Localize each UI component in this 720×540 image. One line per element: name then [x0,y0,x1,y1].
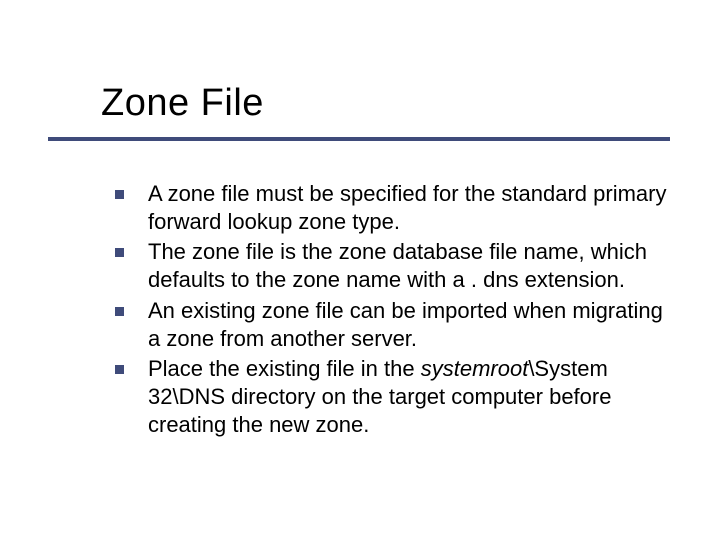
square-bullet-icon [115,248,124,257]
slide: Zone File A zone file must be specified … [0,0,720,540]
square-bullet-icon [115,365,124,374]
title-block: Zone File [48,82,680,125]
bullet-text: An existing zone file can be imported wh… [148,297,678,353]
slide-title: Zone File [48,82,264,125]
bullet-text-prefix: Place the existing file in the [148,356,421,381]
title-underline [48,137,670,141]
square-bullet-icon [115,307,124,316]
slide-body: A zone file must be specified for the st… [115,180,678,441]
list-item: An existing zone file can be imported wh… [115,297,678,353]
bullet-text-italic: systemroot [421,356,529,381]
bullet-text: Place the existing file in the systemroo… [148,355,678,439]
square-bullet-icon [115,190,124,199]
list-item: Place the existing file in the systemroo… [115,355,678,439]
bullet-text: The zone file is the zone database file … [148,238,678,294]
list-item: A zone file must be specified for the st… [115,180,678,236]
list-item: The zone file is the zone database file … [115,238,678,294]
bullet-text: A zone file must be specified for the st… [148,180,678,236]
